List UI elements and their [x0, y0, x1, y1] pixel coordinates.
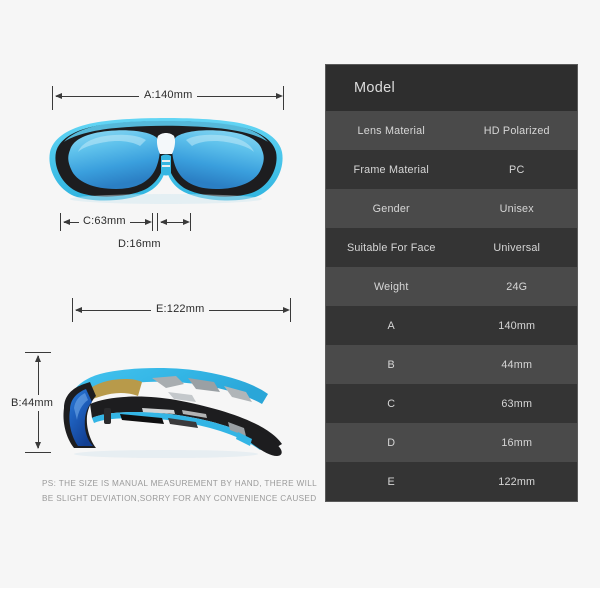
spec-key: Gender: [372, 202, 410, 215]
disclaimer-line-2: BE SLIGHT DEVIATION,SORRY FOR ANY CONVEN…: [42, 494, 317, 503]
dimension-d-tick-left: [157, 213, 158, 231]
dimension-c-tick-right: [152, 213, 153, 231]
spec-key: Weight: [373, 280, 409, 293]
dimension-c-tick-left: [60, 213, 61, 231]
spec-key: Frame Material: [353, 163, 429, 176]
table-row: D 16mm: [326, 423, 577, 462]
specification-table: Model Lens Material HD Polarized Frame M…: [325, 64, 578, 502]
dimension-b-tick-top: [25, 352, 51, 353]
dimension-c-arrow-right: [145, 219, 152, 225]
spec-table-title: Model: [354, 80, 395, 96]
dimension-d-tick-right: [190, 213, 191, 231]
dimension-a-tick-left: [52, 86, 53, 110]
dimension-d-arrow-left: [160, 219, 167, 225]
product-spec-page: A:140mm C:63mm D:16mm E:122mm B:44mm PS:…: [0, 0, 600, 588]
dimension-e-label: E:122mm: [151, 303, 210, 315]
sunglasses-front-view: [44, 112, 288, 204]
dimension-c-arrow-left: [63, 219, 70, 225]
spec-value: HD Polarized: [483, 124, 550, 137]
spec-table-header: Model: [326, 65, 577, 111]
spec-value: 44mm: [501, 358, 533, 371]
table-row: Weight 24G: [326, 267, 577, 306]
spec-value: Universal: [493, 241, 541, 254]
product-illustrations: A:140mm C:63mm D:16mm E:122mm B:44mm PS:…: [0, 0, 320, 588]
dimension-a-arrow-right: [276, 93, 283, 99]
spec-value: 122mm: [498, 475, 536, 488]
dimension-b-arrow-up: [35, 355, 41, 362]
dimension-d-label: D:16mm: [118, 238, 161, 250]
dimension-d-arrow-right: [183, 219, 190, 225]
table-row: Frame Material PC: [326, 150, 577, 189]
spec-value: PC: [509, 163, 525, 176]
table-row: B 44mm: [326, 345, 577, 384]
dimension-e-arrow-left: [75, 307, 82, 313]
spec-key: C: [387, 397, 396, 410]
spec-value: 63mm: [501, 397, 533, 410]
spec-value: 140mm: [498, 319, 536, 332]
spec-value: 24G: [506, 280, 528, 293]
table-row: Suitable For Face Universal: [326, 228, 577, 267]
table-row: C 63mm: [326, 384, 577, 423]
spec-value: 16mm: [501, 436, 533, 449]
dimension-e-arrow-right: [283, 307, 290, 313]
dimension-e-tick-right: [290, 298, 291, 322]
disclaimer-line-1: PS: THE SIZE IS MANUAL MEASUREMENT BY HA…: [42, 479, 318, 488]
table-row: E 122mm: [326, 462, 577, 501]
sunglasses-side-view: [56, 352, 290, 460]
spec-key: D: [387, 436, 396, 449]
dimension-b-arrow-down: [35, 442, 41, 449]
table-row: Gender Unisex: [326, 189, 577, 228]
spec-key: Suitable For Face: [346, 241, 436, 254]
dimension-b-tick-bottom: [25, 452, 51, 453]
measurement-disclaimer: PS: THE SIZE IS MANUAL MEASUREMENT BY HA…: [42, 476, 318, 506]
spec-value: Unisex: [499, 202, 534, 215]
dimension-a-arrow-left: [55, 93, 62, 99]
spec-key: Lens Material: [357, 124, 425, 137]
dimension-c-label: C:63mm: [79, 215, 130, 227]
spec-key: A: [387, 319, 395, 332]
table-row: A 140mm: [326, 306, 577, 345]
dimension-e-tick-left: [72, 298, 73, 322]
dimension-b-label: B:44mm: [10, 395, 55, 411]
spec-key: B: [387, 358, 395, 371]
spec-key: E: [387, 475, 395, 488]
table-row: Lens Material HD Polarized: [326, 111, 577, 150]
dimension-a-label: A:140mm: [139, 89, 198, 101]
dimension-a-tick-right: [283, 86, 284, 110]
